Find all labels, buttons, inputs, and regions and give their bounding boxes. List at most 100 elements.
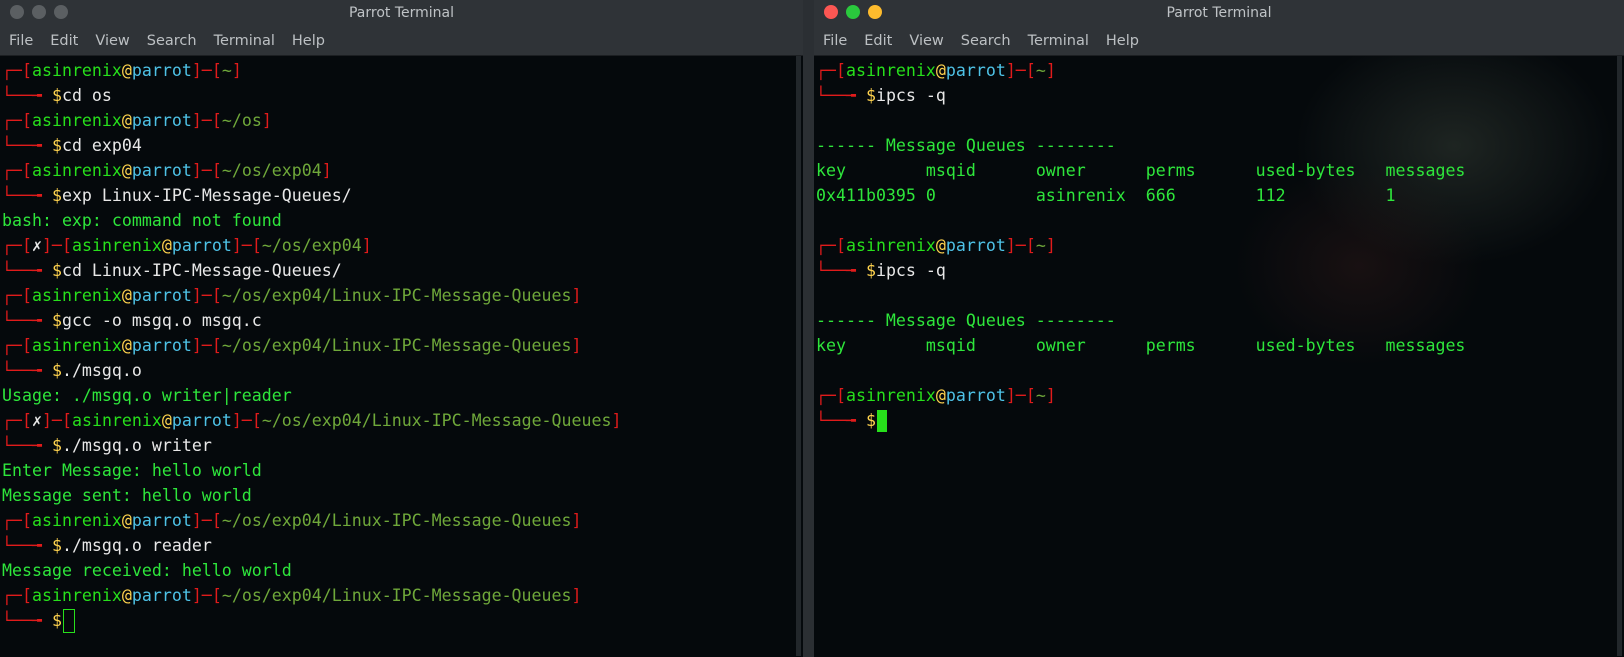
command-text: ./msgq.o (61, 361, 142, 380)
terminal-line: ------ Message Queues -------- (816, 308, 1624, 333)
prompt-bracket: ] (1045, 236, 1056, 255)
menu-view[interactable]: View (95, 33, 129, 49)
titlebar[interactable]: Parrot Terminal (0, 0, 803, 26)
prompt-bracket: ]─[ (1005, 236, 1036, 255)
terminal-line: ------ Message Queues -------- (816, 133, 1624, 158)
scrollbar[interactable] (796, 56, 801, 656)
menu-terminal[interactable]: Terminal (214, 33, 275, 49)
output-text: Message received: hello world (2, 561, 292, 580)
table-cell: msqid (925, 161, 1036, 180)
command-text: cd os (61, 86, 112, 105)
command-text: gcc -o msgq.o msgq.c (61, 311, 262, 330)
prompt-bracket: ]─[ (231, 411, 262, 430)
menu-help[interactable]: Help (1106, 33, 1139, 49)
terminal-output[interactable]: ┌─[asinrenix @ parrot]─[~] └──╼ $ cd os ┌─[as… (0, 56, 803, 657)
prompt-host: parrot (171, 236, 232, 255)
prompt-at: @ (121, 161, 132, 180)
prompt-bracket: ┌─[ (2, 236, 32, 255)
scrollbar[interactable] (1617, 56, 1622, 656)
menu-file[interactable]: File (9, 33, 33, 49)
prompt-bracket: ]─[ (191, 161, 222, 180)
prompt-host: parrot (131, 111, 192, 130)
terminal-line: ┌─[✗]─[asinrenix @ parrot]─[~/os/exp04/Lin… (2, 408, 803, 433)
command-text: cd Linux-IPC-Message-Queues/ (61, 261, 342, 280)
menu-help[interactable]: Help (292, 33, 325, 49)
prompt-bracket: ] (571, 286, 582, 305)
output-text: bash: exp: command not found (2, 211, 282, 230)
menu-edit[interactable]: Edit (864, 33, 892, 49)
terminal-line: ┌─[asinrenix @ parrot]─[~] (816, 233, 1624, 258)
table-cell: key (816, 336, 926, 355)
prompt-bracket: ┌─[ (2, 61, 32, 80)
menu-file[interactable]: File (823, 33, 847, 49)
prompt-dollar: $ (51, 536, 62, 555)
window-divider (803, 0, 814, 657)
prompt-at: @ (121, 61, 132, 80)
table-cell: owner (1035, 336, 1146, 355)
prompt-at: @ (121, 511, 132, 530)
prompt-at: @ (121, 586, 132, 605)
prompt-user: asinrenix (845, 236, 936, 255)
prompt-path: ~ (221, 61, 232, 80)
prompt-bracket: ]─[ (191, 336, 222, 355)
prompt-user: asinrenix (31, 111, 122, 130)
prompt-bracket: ]─[ (1005, 386, 1036, 405)
prompt-at: @ (121, 336, 132, 355)
prompt-user: asinrenix (845, 61, 936, 80)
terminal-line: └──╼ $ cd Linux-IPC-Message-Queues/ (2, 258, 803, 283)
prompt-arrow: └──╼ (2, 311, 52, 330)
prompt-arrow: └──╼ (2, 186, 52, 205)
menu-search[interactable]: Search (961, 33, 1011, 49)
titlebar[interactable]: Parrot Terminal (814, 0, 1624, 26)
table-cell: used-bytes (1255, 161, 1386, 180)
prompt-path: ~/os/exp04/Linux-IPC-Message-Queues (261, 411, 612, 430)
prompt-bracket: ┌─[ (2, 336, 32, 355)
prompt-dollar: $ (51, 311, 62, 330)
terminal-line: Message received: hello world (2, 558, 803, 583)
error-mark: ✗ (31, 411, 42, 430)
prompt-dollar: $ (865, 261, 876, 280)
prompt-bracket: ┌─[ (2, 511, 32, 530)
terminal-line: ┌─[asinrenix @ parrot]─[~/os/exp04/Linux-I… (2, 333, 803, 358)
table-cell: owner (1035, 161, 1146, 180)
prompt-bracket: ┌─[ (2, 111, 32, 130)
command-text: ./msgq.o reader (61, 536, 212, 555)
prompt-arrow: └──╼ (2, 261, 52, 280)
prompt-at: @ (161, 236, 172, 255)
terminal-output[interactable]: ┌─[asinrenix @ parrot]─[~] └──╼ $ ipcs -q --… (814, 56, 1624, 657)
prompt-bracket: ]─[ (191, 286, 222, 305)
prompt-path: ~ (1035, 386, 1046, 405)
prompt-arrow: └──╼ (2, 536, 52, 555)
menu-view[interactable]: View (909, 33, 943, 49)
terminal-line: key msqid owner perms used-bytes message… (816, 333, 1624, 358)
prompt-at: @ (935, 61, 946, 80)
output-text: Usage: ./msgq.o writer|reader (2, 386, 292, 405)
prompt-bracket: ] (611, 411, 622, 430)
prompt-host: parrot (945, 61, 1006, 80)
error-mark: ✗ (31, 236, 42, 255)
table-cell: perms (1145, 161, 1256, 180)
text-cursor (62, 608, 75, 633)
prompt-host: parrot (171, 411, 232, 430)
menu-terminal[interactable]: Terminal (1028, 33, 1089, 49)
prompt-bracket: ] (571, 586, 582, 605)
prompt-path: ~/os (221, 111, 262, 130)
prompt-host: parrot (945, 386, 1006, 405)
menu-search[interactable]: Search (147, 33, 197, 49)
output-text: Enter Message: hello world (2, 461, 262, 480)
window-title: Parrot Terminal (1166, 5, 1272, 21)
prompt-host: parrot (131, 586, 192, 605)
prompt-at: @ (935, 236, 946, 255)
prompt-at: @ (121, 111, 132, 130)
terminal-line: ┌─[asinrenix @ parrot]─[~] (2, 58, 803, 83)
menu-edit[interactable]: Edit (50, 33, 78, 49)
prompt-user: asinrenix (31, 286, 122, 305)
terminal-line: ┌─[✗]─[asinrenix @ parrot]─[~/os/exp04] (2, 233, 803, 258)
table-cell: asinrenix (1035, 186, 1146, 205)
prompt-user: asinrenix (71, 411, 162, 430)
prompt-arrow: └──╼ (816, 261, 866, 280)
terminal-line: └──╼ $ ipcs -q (816, 258, 1624, 283)
table-cell: perms (1145, 336, 1256, 355)
prompt-arrow: └──╼ (2, 611, 52, 630)
